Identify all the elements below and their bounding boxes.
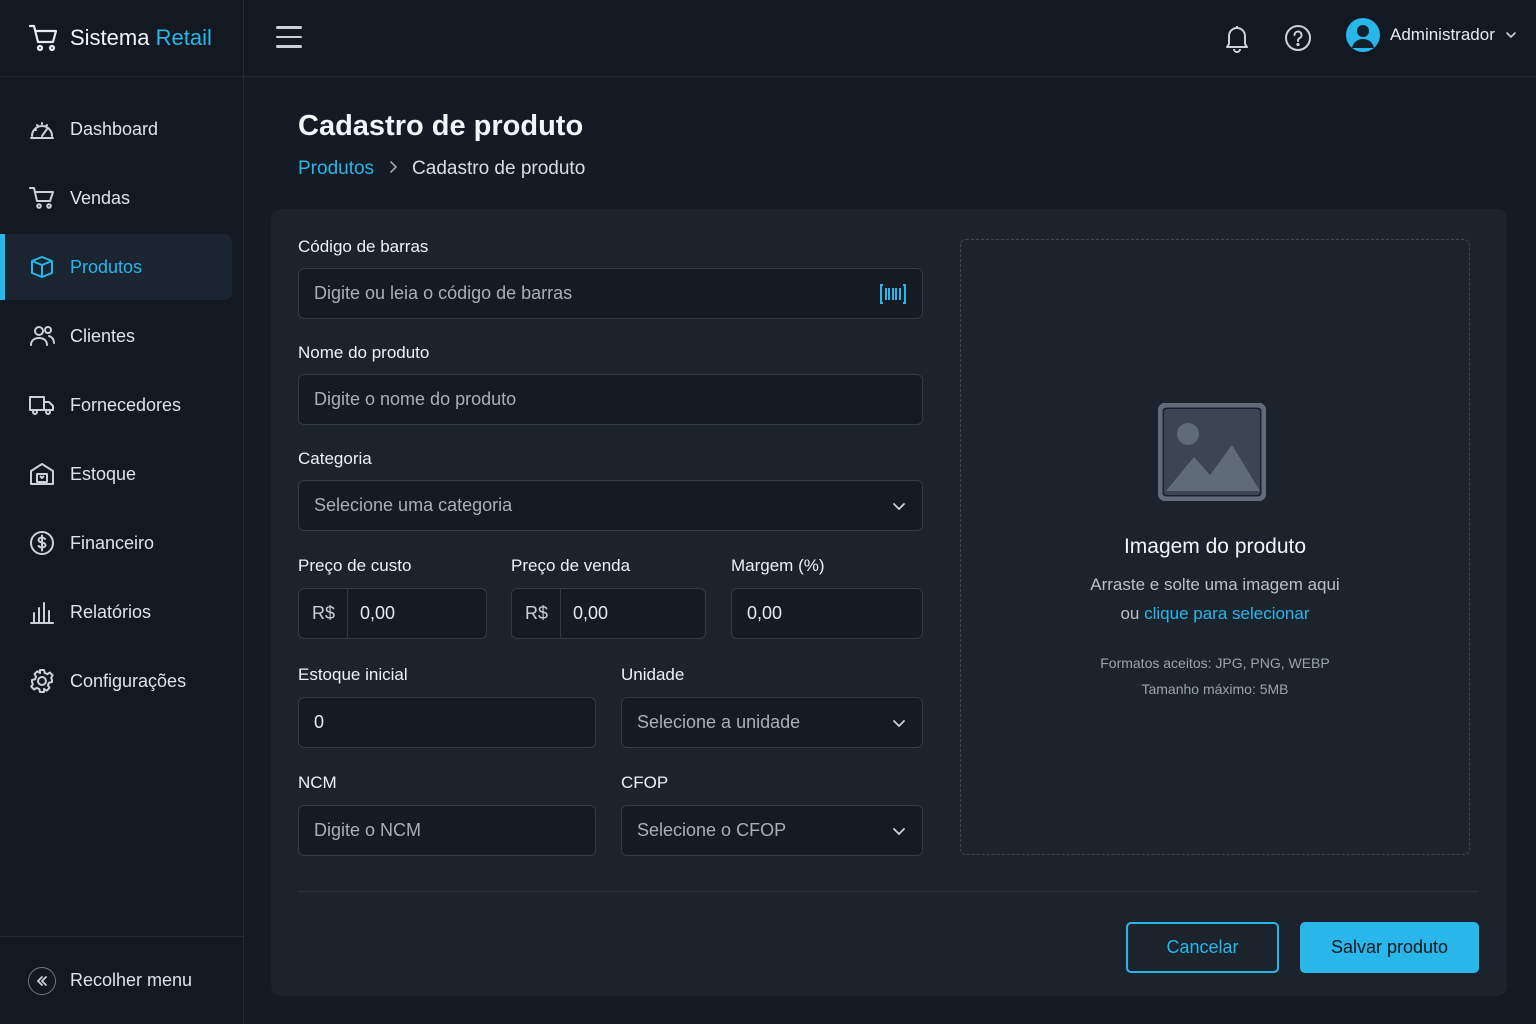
ncm-input[interactable]: Digite o NCM [298,805,596,856]
cost-price-input[interactable]: R$ 0,00 [298,588,487,639]
cfop-select[interactable]: Selecione o CFOP [621,805,923,856]
chevron-down-icon [893,502,905,510]
sale-price-value: 0,00 [573,603,609,623]
gauge-icon [30,122,54,139]
sidebar-item-clientes[interactable]: Clientes [0,303,232,369]
currency-prefix: R$ [525,589,562,638]
chevron-down-icon [1506,32,1516,39]
sidebar-item-configuracoes[interactable]: Configurações [0,648,232,714]
accepted-formats: Formatos aceitos: JPG, PNG, WEBP [1100,655,1330,671]
brand[interactable]: Sistema Retail [0,0,243,77]
sidebar-item-relatorios[interactable]: Relatórios [0,579,232,645]
sidebar-item-estoque[interactable]: Estoque [0,441,232,507]
topbar: Administrador [244,0,1536,77]
select-file-link[interactable]: clique para selecionar [1144,604,1309,623]
save-product-button[interactable]: Salvar produto [1300,922,1479,973]
unit-placeholder: Selecione a unidade [637,712,801,732]
sidebar-item-label: Estoque [70,463,137,484]
collapse-menu-button[interactable]: Recolher menu [0,936,244,1024]
image-icon [1158,403,1266,501]
hamburger-menu-icon[interactable] [276,26,302,48]
ncm-label: NCM [298,773,337,792]
dollar-icon [30,531,54,555]
breadcrumb-produtos-link[interactable]: Produtos [298,158,374,180]
collapse-menu-label: Recolher menu [70,970,193,990]
unit-label: Unidade [621,665,685,684]
avatar [1346,18,1380,52]
initial-stock-value: 0 [314,712,325,732]
breadcrumb-current: Cadastro de produto [412,158,586,179]
currency-prefix: R$ [312,589,349,638]
image-dropzone[interactable]: Imagem do produto Arraste e solte uma im… [960,239,1470,855]
barcode-label: Código de barras [298,237,429,256]
help-icon[interactable] [1283,22,1313,54]
cart-icon [29,187,54,209]
margin-input[interactable]: 0,00 [731,588,923,639]
initial-stock-input[interactable]: 0 [298,697,596,748]
product-name-placeholder: Digite o nome do produto [314,389,517,409]
breadcrumb: Produtos Cadastro de produto [298,158,585,180]
user-name: Administrador [1390,25,1495,44]
sidebar-item-produtos[interactable]: Produtos [0,234,232,300]
sidebar-item-label: Configurações [70,670,187,691]
cancel-button[interactable]: Cancelar [1126,922,1279,973]
sidebar-nav: Dashboard Vendas Produtos Clientes Forne… [0,96,244,717]
product-name-label: Nome do produto [298,343,430,362]
page-title: Cadastro de produto [298,110,584,142]
unit-select[interactable]: Selecione a unidade [621,697,923,748]
sale-price-input[interactable]: R$ 0,00 [511,588,706,639]
dropzone-instruction: Arraste e solte uma imagem aqui [1090,575,1340,594]
barcode-input[interactable]: Digite ou leia o código de barras [298,268,923,319]
chevron-down-icon [893,719,905,727]
box-icon [31,256,53,278]
barcode-scan-icon[interactable] [879,282,907,306]
dropzone-title: Imagem do produto [1123,535,1307,558]
chevron-right-icon [388,160,398,179]
gear-icon [30,669,54,693]
users-icon [30,326,55,346]
ncm-placeholder: Digite o NCM [314,820,422,840]
sidebar: Sistema Retail Dashboard Vendas Produtos… [0,0,244,1024]
dropzone-select-line: ou clique para selecionar [1120,604,1310,623]
cfop-placeholder: Selecione o CFOP [637,820,787,840]
bell-icon[interactable] [1222,22,1252,54]
brand-name: Sistema Retail [70,25,212,50]
cost-price-label: Preço de custo [298,556,412,575]
cost-price-value: 0,00 [360,603,396,623]
product-name-input[interactable]: Digite o nome do produto [298,374,923,425]
divider [298,891,1478,892]
sidebar-item-label: Relatórios [70,601,152,622]
sidebar-item-label: Financeiro [70,532,155,553]
sidebar-item-label: Dashboard [70,118,159,139]
sidebar-item-fornecedores[interactable]: Fornecedores [0,372,232,438]
sidebar-item-label: Vendas [70,187,131,208]
category-label: Categoria [298,449,372,468]
sidebar-item-financeiro[interactable]: Financeiro [0,510,232,576]
max-size: Tamanho máximo: 5MB [1141,681,1289,697]
sidebar-item-label: Clientes [70,325,136,346]
sidebar-item-label: Produtos [70,256,143,277]
truck-icon [29,396,54,415]
chevrons-left-icon [28,966,56,995]
barcode-placeholder: Digite ou leia o código de barras [314,283,573,303]
chevron-down-icon [893,827,905,835]
initial-stock-label: Estoque inicial [298,665,408,684]
sidebar-item-dashboard[interactable]: Dashboard [0,96,232,162]
margin-value: 0,00 [747,603,783,623]
warehouse-icon [30,463,54,485]
bar-chart-icon [30,602,54,624]
margin-label: Margem (%) [731,556,825,575]
sidebar-item-label: Fornecedores [70,394,182,415]
user-menu[interactable]: Administrador [1346,18,1517,52]
category-select[interactable]: Selecione uma categoria [298,480,923,531]
sidebar-item-vendas[interactable]: Vendas [0,165,232,231]
cfop-label: CFOP [621,773,669,792]
sale-price-label: Preço de venda [511,556,631,575]
category-placeholder: Selecione uma categoria [314,495,513,515]
cart-icon [28,24,58,52]
